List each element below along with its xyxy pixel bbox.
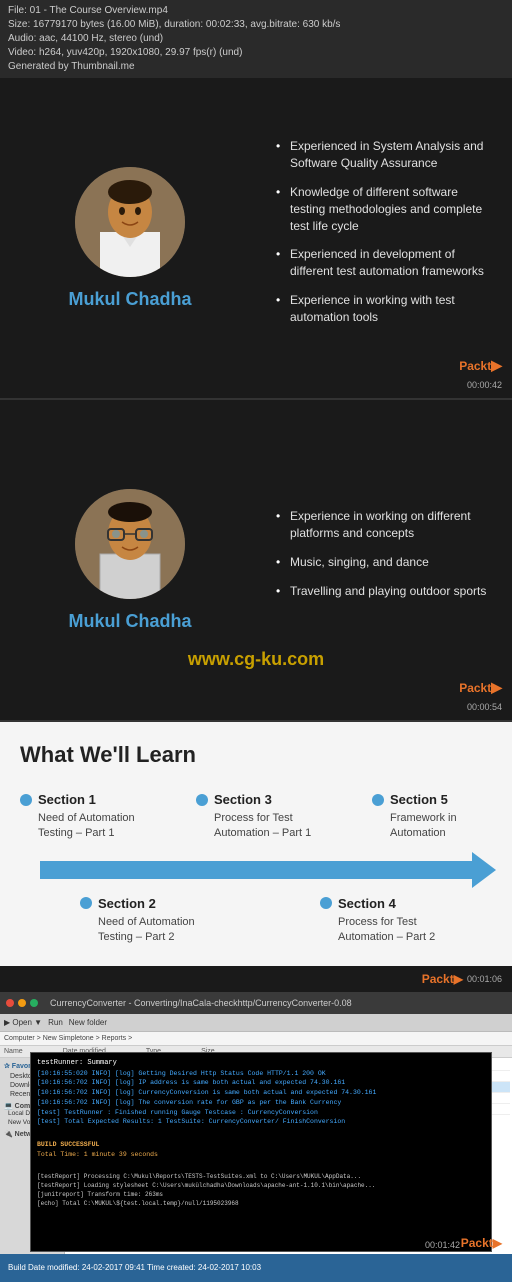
arrow-bar — [40, 861, 482, 879]
win-min[interactable] — [18, 999, 26, 1007]
section1-label: Section 1 — [20, 792, 96, 807]
section4-desc: Process for Test Automation – Part 2 — [320, 915, 440, 946]
section2-dot — [80, 897, 92, 909]
section5-dot — [372, 794, 384, 806]
speaker-name-2: Mukul Chadha — [68, 611, 191, 632]
section4-num: Section 4 — [338, 896, 396, 911]
slide1-right: Experienced in System Analysis and Softw… — [260, 78, 512, 398]
section2-desc: Need of Automation Testing – Part 2 — [80, 915, 200, 946]
terminal-overlay: testRunner: Summary [10:16:55:020 INFO] … — [30, 1052, 492, 1252]
section-item-2: Section 2 Need of Automation Testing – P… — [80, 896, 200, 946]
sections-container: Section 1 Need of Automation Testing – P… — [20, 792, 492, 966]
learn-footer: Packt▶ 00:01:06 — [0, 966, 512, 992]
slide2-bullets: Experience in working on different platf… — [276, 508, 496, 611]
section2-num: Section 2 — [98, 896, 156, 911]
section-item-5: Section 5 Framework in Automation — [372, 792, 492, 842]
section3-num: Section 3 — [214, 792, 272, 807]
bullet-item: Experienced in development of different … — [276, 246, 496, 280]
avatar-2 — [75, 489, 185, 599]
section-item-4: Section 4 Process for Test Automation – … — [320, 896, 440, 946]
build-status-text: Build Date modified: 24-02-2017 09:41 Ti… — [8, 1263, 261, 1272]
packt-logo-2: Packt▶ — [459, 679, 502, 696]
packt-logo-3: Packt▶ — [422, 972, 463, 986]
terminal-output: [10:16:55:020 INFO] [log] Getting Desire… — [37, 1069, 485, 1209]
packt-logo-4: Packt▶ — [461, 1236, 502, 1250]
slide-panel-1: Mukul Chadha Experienced in System Analy… — [0, 78, 512, 398]
file-info-bar: File: 01 - The Course Overview.mp4 Size:… — [0, 0, 512, 78]
section3-desc: Process for Test Automation – Part 1 — [196, 811, 316, 842]
slide1-left: Mukul Chadha — [0, 78, 260, 398]
bullet-item: Experience in working with test automati… — [276, 292, 496, 326]
bullet-item: Experienced in System Analysis and Softw… — [276, 138, 496, 172]
section3-dot — [196, 794, 208, 806]
slide2-left: Mukul Chadha — [0, 400, 260, 720]
section1-dot — [20, 794, 32, 806]
section4-label: Section 4 — [320, 896, 396, 911]
learn-section: What We'll Learn Section 1 Need of Autom… — [0, 722, 512, 966]
timestamp-2: 00:00:54 — [467, 702, 502, 712]
slide2-right: Experience in working on different platf… — [260, 400, 512, 720]
win-max[interactable] — [30, 999, 38, 1007]
slide-panel-2: Mukul Chadha Experience in working on di… — [0, 400, 512, 720]
bullet-item: Travelling and playing outdoor sports — [276, 583, 496, 600]
watermark: www.cg-ku.com — [188, 649, 324, 670]
build-success: BUILD SUCCESSFUL — [37, 1140, 485, 1150]
section5-label: Section 5 — [372, 792, 448, 807]
section-item-1: Section 1 Need of Automation Testing – P… — [20, 792, 140, 842]
section5-num: Section 5 — [390, 792, 448, 807]
bullet-item: Experience in working on different platf… — [276, 508, 496, 542]
timestamp-4: 00:01:42 — [425, 1240, 460, 1250]
top-sections: Section 1 Need of Automation Testing – P… — [20, 792, 492, 842]
arrow-row — [20, 852, 492, 888]
speaker-name-1: Mukul Chadha — [68, 289, 191, 310]
bullet-item: Music, singing, and dance — [276, 554, 496, 571]
section1-desc: Need of Automation Testing – Part 1 — [20, 811, 140, 842]
win-title: CurrencyConverter - Converting/InaCala-c… — [50, 998, 352, 1008]
section1-num: Section 1 — [38, 792, 96, 807]
terminal-section: CurrencyConverter - Converting/InaCala-c… — [0, 992, 512, 1282]
timestamp-1: 00:00:42 — [467, 380, 502, 390]
section5-desc: Framework in Automation — [372, 811, 492, 842]
bullet-item: Knowledge of different software testing … — [276, 184, 496, 234]
terminal-title: testRunner: Summary — [37, 1059, 485, 1067]
timestamp-3: 00:01:06 — [467, 974, 502, 984]
arrow-head — [472, 852, 496, 888]
win-topbar: CurrencyConverter - Converting/InaCala-c… — [0, 992, 512, 1014]
win-close[interactable] — [6, 999, 14, 1007]
packt-logo-1: Packt▶ — [459, 357, 502, 374]
learn-title: What We'll Learn — [20, 742, 492, 768]
section3-label: Section 3 — [196, 792, 272, 807]
avatar-1 — [75, 167, 185, 277]
section4-dot — [320, 897, 332, 909]
terminal-statusbar: Build Date modified: 24-02-2017 09:41 Ti… — [0, 1254, 512, 1282]
section2-label: Section 2 — [80, 896, 156, 911]
bottom-sections: Section 2 Need of Automation Testing – P… — [20, 896, 492, 946]
breadcrumb-bar: Computer > New Simpletone > Reports > — [0, 1032, 512, 1046]
slide1-bullets: Experienced in System Analysis and Softw… — [276, 138, 496, 337]
section-item-3: Section 3 Process for Test Automation – … — [196, 792, 316, 842]
explorer-toolbar: ▶ Open ▼ Run New folder — [0, 1014, 512, 1032]
